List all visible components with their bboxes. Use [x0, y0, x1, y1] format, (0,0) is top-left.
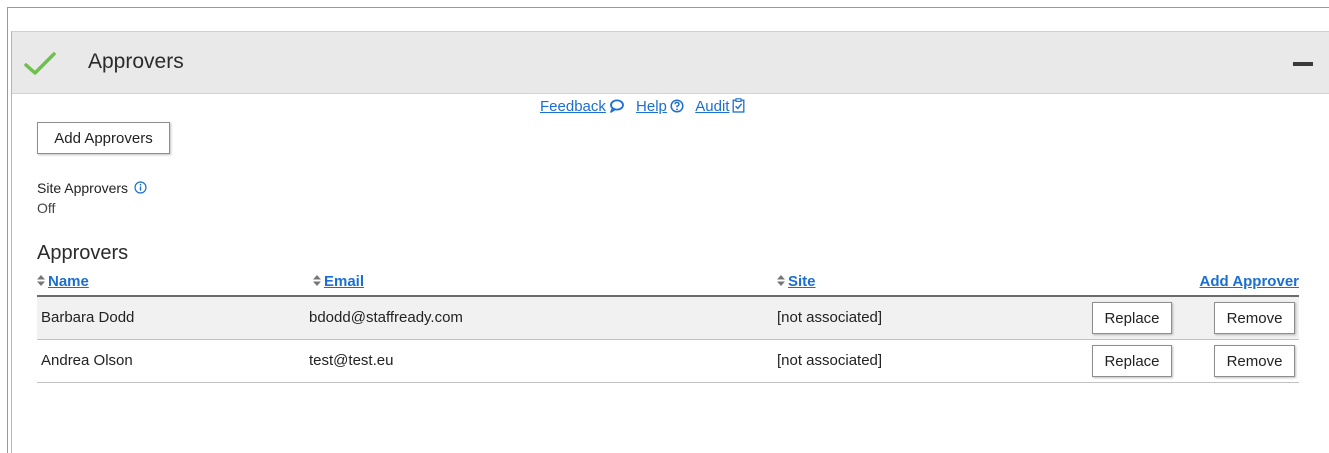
replace-button[interactable]: Replace	[1092, 302, 1172, 334]
sort-icon	[313, 275, 321, 286]
approver-site: [not associated]	[777, 352, 883, 369]
sort-icon	[777, 275, 785, 286]
table-row: Andrea Olson test@test.eu [not associate…	[37, 340, 1299, 383]
add-approver-link[interactable]: Add Approver	[1200, 273, 1299, 290]
sort-name-link[interactable]: Name	[48, 273, 89, 290]
remove-button[interactable]: Remove	[1214, 345, 1295, 377]
speech-bubble-icon	[609, 99, 624, 113]
approvers-panel: Approvers Feedback Help Audit Add Approv…	[11, 31, 1329, 453]
remove-button[interactable]: Remove	[1214, 302, 1295, 334]
help-link-label: Help	[636, 98, 667, 115]
approver-name: Andrea Olson	[41, 352, 133, 369]
sort-icon	[37, 275, 45, 286]
audit-link[interactable]: Audit	[695, 98, 745, 115]
feedback-link[interactable]: Feedback	[540, 98, 624, 115]
help-link[interactable]: Help	[636, 98, 684, 115]
question-circle-icon	[670, 99, 684, 113]
top-links: Feedback Help Audit	[540, 98, 753, 115]
site-approvers-value: Off	[37, 200, 56, 216]
add-approvers-button[interactable]: Add Approvers	[37, 122, 170, 154]
sort-site-link[interactable]: Site	[788, 273, 816, 290]
table-row: Barbara Dodd bdodd@staffready.com [not a…	[37, 297, 1299, 340]
info-icon[interactable]	[134, 181, 147, 194]
approver-name: Barbara Dodd	[41, 309, 135, 326]
column-header-email[interactable]: Email	[313, 273, 364, 290]
clipboard-check-icon	[733, 98, 745, 113]
minus-icon[interactable]	[1293, 62, 1313, 66]
table-header: Name Email Site Add Approver	[37, 267, 1299, 297]
column-header-site[interactable]: Site	[777, 273, 816, 290]
add-approver-cell: Add Approver	[1200, 273, 1299, 290]
panel-title: Approvers	[88, 50, 184, 73]
panel-header[interactable]: Approvers	[12, 32, 1329, 94]
approvers-heading: Approvers	[37, 242, 129, 264]
check-icon	[24, 52, 56, 75]
column-header-name[interactable]: Name	[37, 273, 89, 290]
audit-link-label: Audit	[695, 98, 730, 115]
site-approvers-label: Site Approvers	[37, 180, 129, 196]
site-approvers-field: Site Approvers	[37, 180, 147, 196]
approver-email: test@test.eu	[309, 352, 394, 369]
approver-site: [not associated]	[777, 309, 883, 326]
feedback-link-label: Feedback	[540, 98, 606, 115]
sort-email-link[interactable]: Email	[324, 273, 364, 290]
approver-email: bdodd@staffready.com	[309, 309, 463, 326]
replace-button[interactable]: Replace	[1092, 345, 1172, 377]
